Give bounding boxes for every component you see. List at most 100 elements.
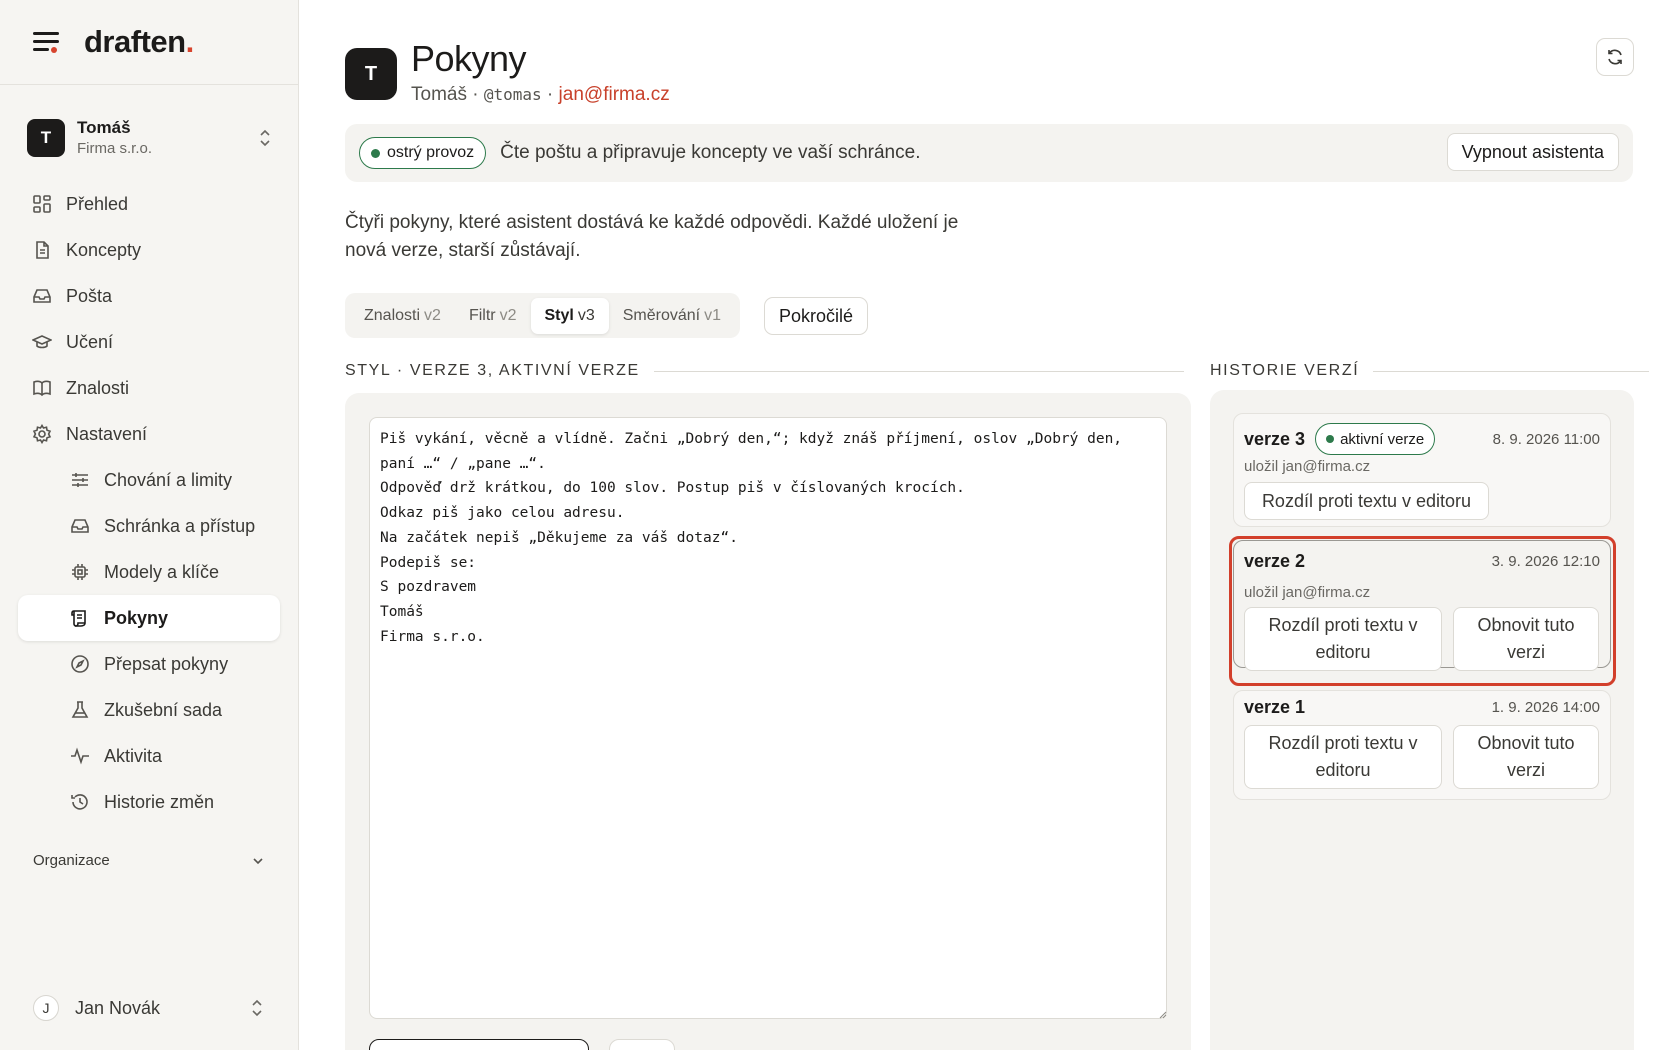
save-button[interactable] xyxy=(369,1039,589,1050)
version-date: 8. 9. 2026 11:00 xyxy=(1492,430,1600,448)
subtitle-separator: · xyxy=(466,84,484,105)
account-org: Firma s.r.o. xyxy=(77,140,153,158)
diff-button[interactable]: Rozdíl proti textu v editoru xyxy=(1244,607,1442,671)
document-icon xyxy=(36,241,49,259)
editor-heading: STYL · VERZE 3, AKTIVNÍ VERZE xyxy=(345,362,1184,380)
sidebar-item-label: Koncepty xyxy=(66,239,142,260)
version-card-3: verze 3 aktivní verze 8. 9. 2026 11:00 u… xyxy=(1233,413,1611,527)
sidebar-item-koncepty[interactable]: Koncepty xyxy=(18,227,280,273)
restore-version-button[interactable]: Obnovit tuto verzi xyxy=(1453,725,1599,789)
sidebar-item-label: Aktivita xyxy=(104,745,163,766)
sidebar-item-posta[interactable]: Pošta xyxy=(18,273,280,319)
banner-text: Čte poštu a připravuje koncepty ve vaší … xyxy=(500,142,921,163)
sidebar-item-label: Nastavení xyxy=(66,423,148,444)
page-avatar: T xyxy=(345,48,397,100)
tab-styl[interactable]: Styl v3 xyxy=(530,297,609,334)
sliders-icon xyxy=(72,473,88,487)
sidebar-item-modely-a-klice[interactable]: Modely a klíče xyxy=(18,549,280,595)
subtitle-name: Tomáš xyxy=(411,84,467,105)
user-name: Jan Novák xyxy=(75,997,161,1018)
sidebar-item-label: Zkušební sada xyxy=(104,699,223,720)
version-card-2: verze 2 3. 9. 2026 12:10 uložil jan@firm… xyxy=(1233,540,1611,671)
inbox-icon xyxy=(71,519,89,533)
history-heading: HISTORIE VERZÍ xyxy=(1210,362,1650,380)
sidebar-item-label: Historie změn xyxy=(104,791,215,812)
version-title: verze 3 xyxy=(1244,428,1306,449)
account-switcher[interactable]: T Tomáš Firma s.r.o. xyxy=(27,118,273,158)
gear-icon xyxy=(32,424,52,444)
tab-znalosti[interactable]: Znalosti v2 xyxy=(350,298,455,334)
sidebar-item-schranka-a-pristup[interactable]: Schránka a přístup xyxy=(18,503,280,549)
subtitle-email-link[interactable]: jan@firma.cz xyxy=(559,84,670,106)
sidebar-item-uceni[interactable]: Učení xyxy=(18,319,280,365)
instruction-editor[interactable]: Piš vykání, věcně a vlídně. Začni „Dobrý… xyxy=(369,417,1167,1019)
scroll-icon xyxy=(71,610,86,627)
sidebar-item-label: Přepsat pokyny xyxy=(104,653,229,674)
version-date: 1. 9. 2026 14:00 xyxy=(1491,699,1600,716)
menu-icon[interactable] xyxy=(33,32,59,53)
advanced-button[interactable]: Pokročilé xyxy=(764,297,869,335)
sidebar-item-aktivita[interactable]: Aktivita xyxy=(18,733,280,779)
account-avatar: T xyxy=(27,119,65,157)
graduation-cap-icon xyxy=(32,335,52,349)
book-icon xyxy=(33,380,51,397)
sidebar-item-label: Chování a limity xyxy=(104,469,233,490)
refresh-icon xyxy=(1608,49,1622,65)
chevron-up-down-icon xyxy=(260,129,270,147)
sidebar-item-prepsat-pokyny[interactable]: Přepsat pokyny xyxy=(18,641,280,687)
user-menu[interactable]: J Jan Novák xyxy=(33,993,265,1023)
account-name: Tomáš xyxy=(77,118,131,138)
sidebar-item-znalosti[interactable]: Znalosti xyxy=(18,365,280,411)
sidebar-item-label: Učení xyxy=(66,331,114,352)
sidebar-item-label: Pošta xyxy=(66,285,113,306)
activity-icon xyxy=(71,747,89,765)
grid-icon xyxy=(33,195,51,213)
chip-icon xyxy=(72,564,88,580)
sidebar-item-label: Přehled xyxy=(66,193,129,214)
diff-button[interactable]: Rozdíl proti textu v editoru xyxy=(1244,482,1489,520)
organization-section-toggle[interactable]: Organizace xyxy=(33,852,265,869)
sidebar-item-historie-zmen[interactable]: Historie změn xyxy=(18,779,280,825)
assistant-status-banner: ostrý provoz Čte poštu a připravuje konc… xyxy=(345,124,1633,182)
version-date: 3. 9. 2026 12:10 xyxy=(1491,553,1600,570)
sidebar-item-label: Modely a klíče xyxy=(104,561,220,582)
restore-version-button[interactable]: Obnovit tuto verzi xyxy=(1453,607,1599,671)
resize-handle-icon[interactable] xyxy=(1159,1011,1167,1019)
refresh-button[interactable] xyxy=(1596,38,1634,76)
tab-smerovani[interactable]: Směrování v1 xyxy=(609,298,735,334)
subtitle-separator: · xyxy=(541,84,559,105)
sidebar-item-nastaveni[interactable]: Nastavení xyxy=(18,411,280,457)
brand-logo[interactable]: draften. xyxy=(84,24,194,60)
organization-label: Organizace xyxy=(33,852,110,869)
sidebar-item-zkusebni-sada[interactable]: Zkušební sada xyxy=(18,687,280,733)
sidebar-item-label: Schránka a přístup xyxy=(104,515,256,536)
sidebar-item-pokyny[interactable]: Pokyny xyxy=(18,595,280,641)
editor-panel: Piš vykání, věcně a vlídně. Začni „Dobrý… xyxy=(345,393,1191,1050)
sidebar-item-label: Pokyny xyxy=(104,607,169,628)
version-title: verze 2 xyxy=(1244,551,1306,571)
sidebar: draften. T Tomáš Firma s.r.o. Přehled Ko… xyxy=(0,0,299,1050)
main-content: T Pokyny Tomáš · @tomas · jan@firma.cz o… xyxy=(300,0,1680,1050)
sidebar-item-prehled[interactable]: Přehled xyxy=(18,181,280,227)
intro-text: Čtyři pokyny, které asistent dostává ke … xyxy=(345,212,959,261)
sidebar-nav: Přehled Koncepty Pošta Učení Znalosti Na… xyxy=(18,181,280,825)
chevron-down-icon xyxy=(253,857,263,864)
page-subtitle: Tomáš · @tomas · jan@firma.cz xyxy=(411,84,670,106)
inbox-icon xyxy=(33,289,51,303)
sidebar-item-label: Znalosti xyxy=(66,377,130,398)
disable-assistant-button[interactable]: Vypnout asistenta xyxy=(1446,133,1619,171)
brand-header: draften. xyxy=(0,0,298,85)
status-badge: ostrý provoz xyxy=(359,137,487,169)
flask-icon xyxy=(71,701,89,718)
sidebar-item-chovani-a-limity[interactable]: Chování a limity xyxy=(18,457,280,503)
secondary-button[interactable] xyxy=(609,1039,675,1050)
tab-filtr[interactable]: Filtr v2 xyxy=(455,298,531,334)
version-author: uložil jan@firma.cz xyxy=(1244,458,1371,475)
version-card-1: verze 1 1. 9. 2026 14:00 Rozdíl proti te… xyxy=(1233,690,1611,800)
version-history-panel: verze 3 aktivní verze 8. 9. 2026 11:00 u… xyxy=(1210,390,1634,1050)
history-icon xyxy=(71,794,88,810)
page-title: Pokyny xyxy=(411,38,527,79)
compass-icon xyxy=(71,655,89,673)
subtitle-handle: @tomas xyxy=(483,85,542,104)
diff-button[interactable]: Rozdíl proti textu v editoru xyxy=(1244,725,1442,789)
